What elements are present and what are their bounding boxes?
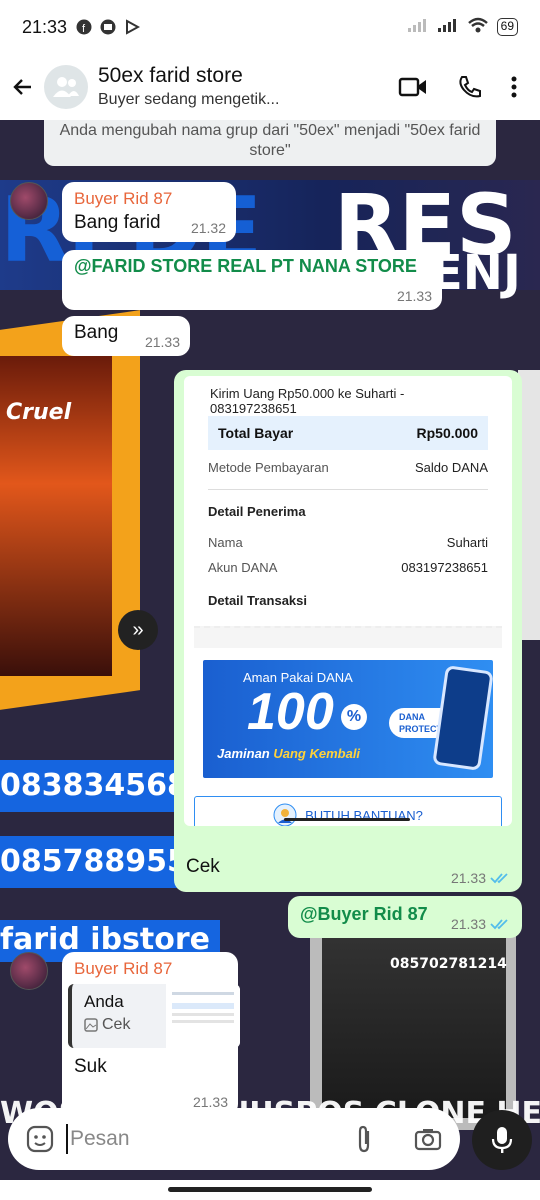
- signal-icon: [407, 17, 429, 38]
- message-time: 21.33: [450, 870, 486, 886]
- back-button[interactable]: [0, 64, 46, 110]
- message-bubble-6[interactable]: Buyer Rid 87 Anda Cek Suk 21.33: [62, 952, 240, 1116]
- banner-percent: %: [341, 704, 367, 730]
- method-value: Saldo DANA: [415, 460, 488, 475]
- receipt-image[interactable]: Kirim Uang Rp50.000 ke Suharti - 0831972…: [184, 376, 512, 826]
- group-icon: [53, 77, 79, 97]
- support-agent-icon: [273, 803, 297, 826]
- total-value: Rp50.000: [416, 425, 478, 441]
- group-avatar[interactable]: [44, 65, 88, 109]
- name-value: Suharti: [446, 535, 488, 550]
- receipt-heading: Kirim Uang Rp50.000 ke Suharti - 0831972…: [210, 386, 405, 416]
- navigation-bar: [0, 1180, 540, 1200]
- sender-name[interactable]: Buyer Rid 87: [74, 958, 226, 980]
- method-label: Metode Pembayaran: [208, 460, 329, 475]
- signal-icon-2: [437, 17, 459, 38]
- microphone-icon: [491, 1127, 513, 1153]
- name-label: Nama: [208, 535, 243, 550]
- photo-icon: [84, 1018, 98, 1032]
- message-time: 21.33: [396, 288, 432, 304]
- message-time: 21.32: [190, 220, 226, 236]
- message-bubble-3[interactable]: Bang 21.33: [62, 316, 190, 356]
- phone-illustration: [432, 665, 494, 771]
- battery-level: 69: [496, 18, 518, 36]
- message-bubble-5[interactable]: @Buyer Rid 87 21.33: [288, 896, 522, 938]
- wifi-icon: [467, 16, 489, 39]
- quote-text: Cek: [102, 1016, 131, 1033]
- home-indicator[interactable]: [168, 1187, 372, 1192]
- total-label: Total Bayar: [218, 425, 294, 441]
- camera-icon[interactable]: [414, 1127, 442, 1151]
- banner-big-number: 100: [247, 683, 334, 741]
- voice-call-icon[interactable]: [456, 74, 482, 100]
- system-message: Anda mengubah nama grup dari "50ex" menj…: [44, 120, 496, 166]
- message-time: 21.33: [450, 916, 486, 932]
- chat-title-area[interactable]: 50ex farid store Buyer sedang mengetik..…: [98, 63, 398, 111]
- chat-subtitle: Buyer sedang mengetik...: [98, 91, 280, 108]
- forward-icon[interactable]: »: [118, 610, 158, 650]
- double-check-icon: [490, 919, 508, 930]
- sender-name[interactable]: Buyer Rid 87: [74, 188, 224, 210]
- video-call-icon[interactable]: [398, 76, 428, 98]
- transaction-heading: Detail Transaksi: [208, 593, 307, 608]
- sender-avatar[interactable]: [10, 182, 48, 220]
- mention-text[interactable]: @FARID STORE REAL PT NANA STORE: [74, 256, 430, 277]
- wallpaper-text-2: ENJ: [430, 245, 521, 301]
- more-options-icon[interactable]: [510, 75, 518, 99]
- quote-author: Anda: [84, 992, 124, 1011]
- chat-area[interactable]: RI DE RES ENJ Cruel » 08383456879 085788…: [0, 120, 540, 1180]
- message-time: 21.33: [144, 334, 180, 350]
- message-text: Suk: [74, 1056, 107, 1077]
- dana-banner[interactable]: Aman Pakai DANA 100 % Jaminan Uang Kemba…: [203, 660, 494, 778]
- recipient-heading: Detail Penerima: [208, 504, 306, 519]
- banner-line2a: Jaminan: [217, 746, 274, 761]
- facebook-icon: f: [75, 18, 93, 36]
- message-bubble-1[interactable]: Buyer Rid 87 Bang farid 21.32: [62, 182, 236, 242]
- account-label: Akun DANA: [208, 560, 278, 575]
- emoji-sticker-icon[interactable]: [26, 1125, 54, 1153]
- status-time: 21:33: [22, 16, 68, 37]
- image-message-bubble[interactable]: Kirim Uang Rp50.000 ke Suharti - 0831972…: [174, 370, 522, 892]
- account-value: 083197238651: [401, 560, 488, 575]
- help-button[interactable]: BUTUH BANTUAN?: [194, 796, 502, 826]
- back-arrow-icon: [13, 79, 31, 95]
- wallpaper-tshirt-text: 085702781214: [390, 956, 507, 972]
- chat-title: 50ex farid store: [98, 64, 243, 87]
- double-check-icon: [490, 873, 508, 884]
- status-bar: 21:33 f 69: [0, 0, 540, 54]
- message-bubble-2[interactable]: @FARID STORE REAL PT NANA STORE 21.33: [62, 250, 442, 310]
- message-app-icon: [99, 18, 117, 36]
- voice-message-button[interactable]: [472, 1110, 532, 1170]
- play-store-icon: [123, 18, 141, 36]
- sender-avatar[interactable]: [10, 952, 48, 990]
- image-caption: Cek: [186, 856, 220, 877]
- message-composer[interactable]: Pesan: [8, 1108, 460, 1170]
- banner-line2b: Uang Kembali: [273, 746, 361, 761]
- message-input[interactable]: Pesan: [66, 1124, 352, 1154]
- attach-icon[interactable]: [352, 1125, 376, 1153]
- quote-thumbnail: [166, 984, 240, 1048]
- chat-header: 50ex farid store Buyer sedang mengetik..…: [0, 54, 540, 120]
- quoted-message[interactable]: Anda Cek: [68, 984, 240, 1048]
